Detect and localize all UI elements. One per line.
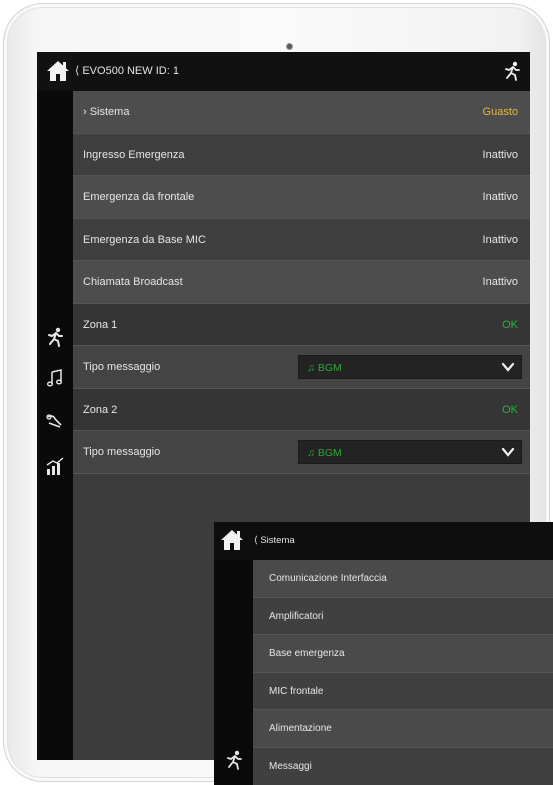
menu-item-label: MIC frontale <box>269 685 324 697</box>
status-value: Inattivo <box>482 148 518 161</box>
system-menu: Comunicazione Interfaccia Amplificatori … <box>253 560 553 785</box>
menu-item-amplificatori[interactable]: Amplificatori <box>253 597 553 636</box>
sidebar <box>37 91 73 760</box>
list-item-tipo-messaggio-1: Tipo messaggio ♫ BGM <box>73 346 530 389</box>
list-item-chiamata-broadcast[interactable]: Chiamata Broadcast Inattivo <box>73 261 530 304</box>
running-man-icon[interactable] <box>503 61 521 81</box>
camera-icon <box>286 43 293 50</box>
menu-item-label: Alimentazione <box>269 723 332 735</box>
back-link[interactable]: ⟨ Sistema <box>254 522 295 560</box>
status-value: Inattivo <box>482 276 518 288</box>
list-item-tipo-messaggio-2: Tipo messaggio ♫ BGM <box>73 431 530 474</box>
row-label: Ingresso Emergenza <box>83 148 185 161</box>
status-value: Inattivo <box>482 191 518 203</box>
menu-item-base-emergenza[interactable]: Base emergenza <box>253 635 553 673</box>
menu-item-label: Comunicazione Interfaccia <box>269 573 387 584</box>
menu-item-label: Amplificatori <box>269 610 324 622</box>
device-title[interactable]: ⟨ EVO500 NEW ID: 1 <box>75 52 179 91</box>
status-value: Guasto <box>482 106 518 118</box>
top-bar: ⟨ EVO500 NEW ID: 1 <box>37 52 530 91</box>
running-man-icon[interactable] <box>225 750 243 770</box>
menu-item-mic-frontale[interactable]: MIC frontale <box>253 672 553 711</box>
music-note-icon: ♫ <box>307 362 315 374</box>
list-item-emergenza-frontale[interactable]: Emergenza da frontale Inattivo <box>73 176 530 219</box>
status-value: Inattivo <box>482 233 518 246</box>
home-icon[interactable] <box>46 60 70 82</box>
microphone-icon[interactable] <box>45 411 65 431</box>
message-type-select[interactable]: ♫ BGM <box>298 440 522 464</box>
music-note-icon[interactable] <box>45 368 65 388</box>
menu-item-label: Messaggi <box>269 760 312 772</box>
select-value: BGM <box>317 362 342 374</box>
select-value: BGM <box>317 447 342 459</box>
music-note-icon: ♫ <box>307 447 315 459</box>
list-item-sistema[interactable]: › Sistema Guasto <box>73 91 530 134</box>
bar-chart-icon[interactable] <box>45 456 65 476</box>
row-label: Tipo messaggio <box>83 446 161 458</box>
row-label: Zona 1 <box>83 318 118 331</box>
sistema-screen: ⟨ Sistema Comunicazione Interfaccia Ampl… <box>214 522 553 785</box>
message-type-select[interactable]: ♫ BGM <box>298 355 522 379</box>
row-label: Tipo messaggio <box>83 361 161 373</box>
menu-item-alimentazione[interactable]: Alimentazione <box>253 710 553 748</box>
row-label: Chiamata Broadcast <box>83 276 183 288</box>
top-bar: ⟨ Sistema <box>214 522 553 560</box>
status-list: › Sistema Guasto Ingresso Emergenza Inat… <box>73 91 530 474</box>
chevron-down-icon[interactable] <box>501 446 515 458</box>
menu-item-messaggi[interactable]: Messaggi <box>253 747 553 785</box>
home-icon[interactable] <box>220 528 244 552</box>
menu-item-label: Base emergenza <box>269 648 345 660</box>
row-label: Emergenza da frontale <box>83 191 195 203</box>
list-item-zona-1[interactable]: Zona 1 OK <box>73 303 530 346</box>
row-label: › Sistema <box>83 106 130 118</box>
list-item-zona-2[interactable]: Zona 2 OK <box>73 388 530 431</box>
menu-item-comunicazione-interfaccia[interactable]: Comunicazione Interfaccia <box>253 560 553 598</box>
chevron-down-icon[interactable] <box>501 361 515 373</box>
row-label: Emergenza da Base MIC <box>83 233 206 246</box>
status-value: OK <box>502 403 518 416</box>
list-item-ingresso-emergenza[interactable]: Ingresso Emergenza Inattivo <box>73 133 530 176</box>
row-label: Zona 2 <box>83 403 118 416</box>
running-man-icon[interactable] <box>45 327 65 347</box>
list-item-emergenza-base-mic[interactable]: Emergenza da Base MIC Inattivo <box>73 218 530 261</box>
status-value: OK <box>502 318 518 331</box>
